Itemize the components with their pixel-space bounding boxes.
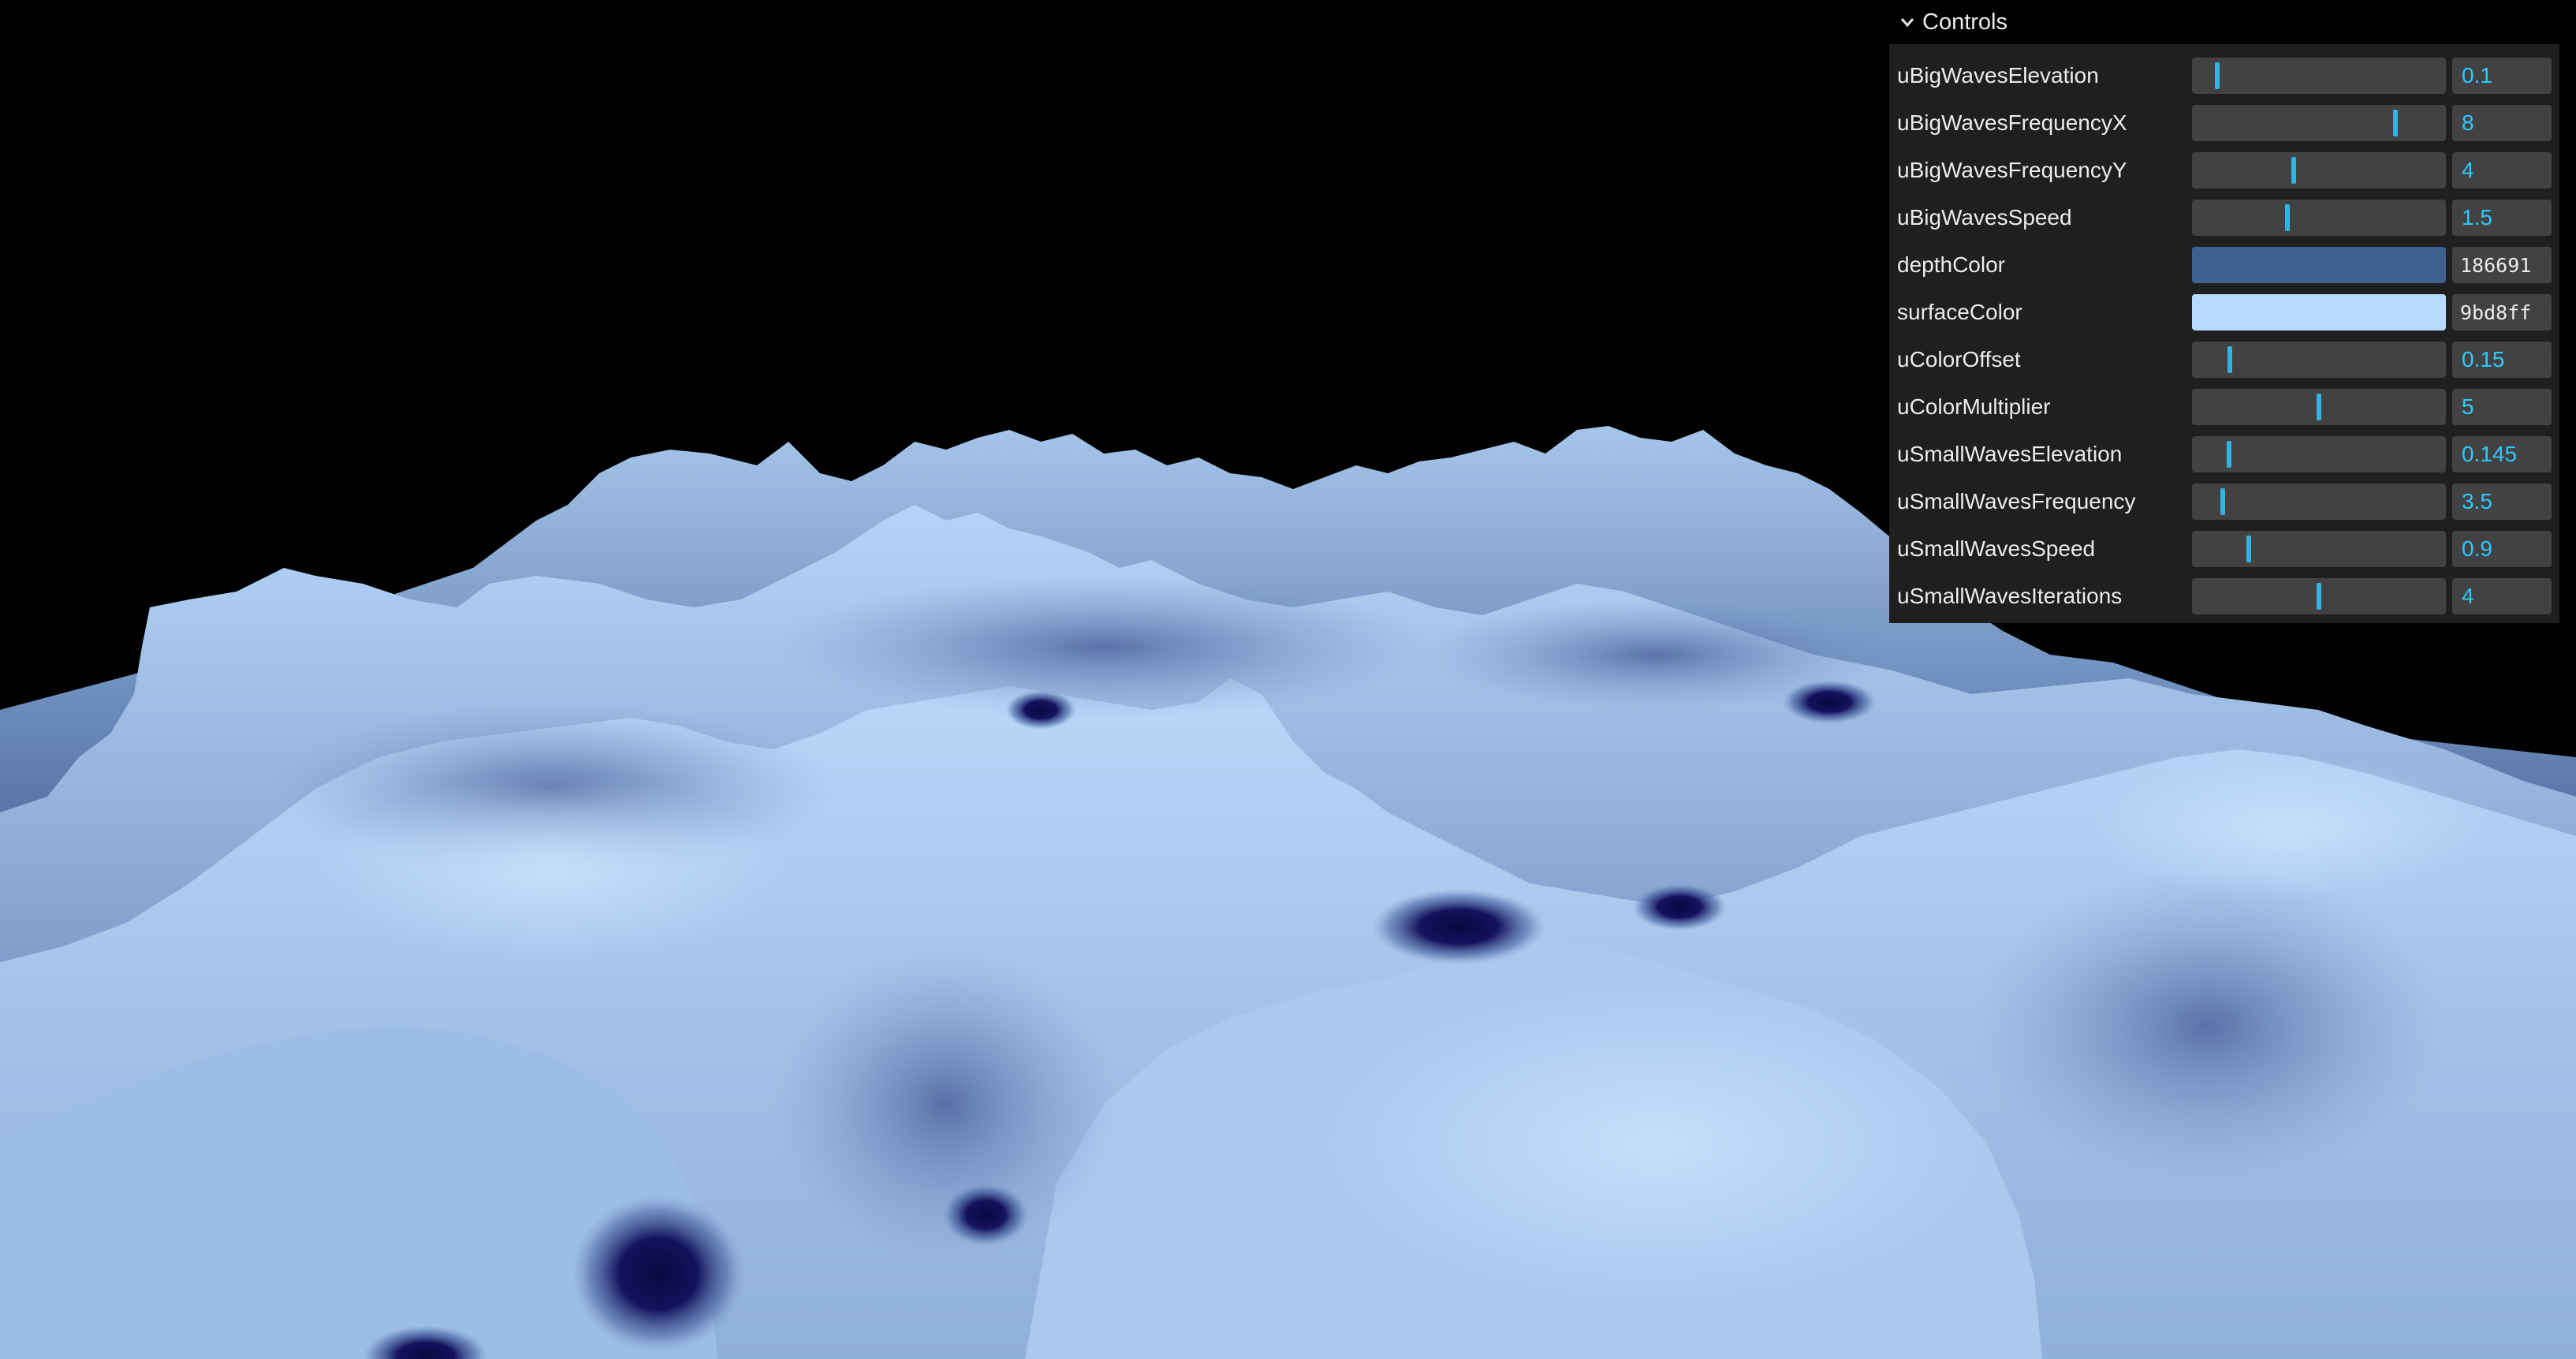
controls-panel-header[interactable]: Controls	[1889, 0, 2559, 44]
control-number-input[interactable]: 0.15	[2452, 342, 2552, 378]
control-slider[interactable]	[2192, 200, 2446, 236]
control-row-uSmallWavesSpeed: uSmallWavesSpeed 0.9	[1889, 525, 2559, 573]
color-swatch[interactable]	[2192, 294, 2446, 330]
control-number-input[interactable]: 8	[2452, 105, 2552, 141]
slider-thumb[interactable]	[2317, 394, 2321, 420]
control-slider[interactable]	[2192, 105, 2446, 141]
control-label: uColorOffset	[1897, 347, 2021, 371]
dark-trough	[572, 1195, 745, 1353]
slider-thumb[interactable]	[2291, 157, 2296, 184]
control-number-input[interactable]: 3.5	[2452, 483, 2552, 520]
slider-thumb[interactable]	[2215, 62, 2220, 89]
control-number-input[interactable]: 1.5	[2452, 200, 2552, 236]
slider-thumb[interactable]	[2317, 583, 2321, 610]
controls-panel: Controls uBigWavesElevation 0.1 uBigWavesF…	[1889, 0, 2559, 623]
control-row-uColorOffset: uColorOffset 0.15	[1889, 336, 2559, 383]
control-row-uBigWavesFrequencyX: uBigWavesFrequencyX 8	[1889, 99, 2559, 147]
control-slider[interactable]	[2192, 152, 2446, 189]
shadow-region	[773, 576, 1435, 718]
dark-trough	[942, 1183, 1029, 1246]
control-number-input[interactable]: 4	[2452, 578, 2552, 614]
control-row-depthColor: depthColor 186691	[1889, 241, 2559, 289]
control-row-uBigWavesElevation: uBigWavesElevation 0.1	[1889, 52, 2559, 99]
control-label: uBigWavesElevation	[1897, 63, 2099, 88]
control-label: surfaceColor	[1897, 300, 2022, 324]
control-label: uSmallWavesFrequency	[1897, 489, 2136, 513]
color-hex-input[interactable]: 186691	[2452, 247, 2552, 283]
slider-thumb[interactable]	[2246, 536, 2252, 562]
controls-list: uBigWavesElevation 0.1 uBigWavesFrequencyX…	[1889, 44, 2559, 620]
controls-panel-title: Controls	[1922, 9, 2007, 35]
control-slider[interactable]	[2192, 483, 2446, 520]
dark-trough	[1005, 690, 1076, 730]
control-label: uBigWavesSpeed	[1897, 205, 2072, 230]
shadow-region	[1971, 868, 2444, 1183]
slider-thumb[interactable]	[2227, 346, 2233, 373]
control-label: uSmallWavesElevation	[1897, 442, 2123, 466]
control-slider[interactable]	[2192, 531, 2446, 567]
color-swatch[interactable]	[2192, 247, 2446, 283]
color-hex-input[interactable]: 9bd8ff	[2452, 294, 2552, 330]
control-label: uSmallWavesIterations	[1897, 584, 2123, 608]
control-row-uSmallWavesFrequency: uSmallWavesFrequency 3.5	[1889, 478, 2559, 525]
control-slider[interactable]	[2192, 342, 2446, 378]
control-row-uSmallWavesElevation: uSmallWavesElevation 0.145	[1889, 431, 2559, 478]
slider-thumb[interactable]	[2392, 110, 2398, 136]
slider-thumb[interactable]	[2284, 204, 2290, 231]
chevron-down-icon[interactable]	[1896, 10, 1919, 34]
control-number-input[interactable]: 5	[2452, 389, 2552, 425]
control-slider[interactable]	[2192, 436, 2446, 472]
highlight-region	[315, 773, 788, 962]
control-label: uColorMultiplier	[1897, 394, 2051, 419]
control-slider[interactable]	[2192, 389, 2446, 425]
control-label: uBigWavesFrequencyX	[1897, 110, 2127, 135]
control-row-uSmallWavesIterations: uSmallWavesIterations 4	[1889, 573, 2559, 620]
control-label: uSmallWavesSpeed	[1897, 536, 2096, 561]
control-label: uBigWavesFrequencyY	[1897, 158, 2127, 182]
control-row-uBigWavesFrequencyY: uBigWavesFrequencyY 4	[1889, 147, 2559, 194]
dark-trough	[1632, 883, 1727, 931]
control-number-input[interactable]: 0.145	[2452, 436, 2552, 472]
slider-thumb[interactable]	[2226, 441, 2231, 468]
dark-trough	[1372, 889, 1545, 965]
control-row-surfaceColor: surfaceColor 9bd8ff	[1889, 289, 2559, 336]
control-row-uBigWavesSpeed: uBigWavesSpeed 1.5	[1889, 194, 2559, 241]
control-number-input[interactable]: 4	[2452, 152, 2552, 189]
control-label: depthColor	[1897, 252, 2005, 277]
control-number-input[interactable]: 0.9	[2452, 531, 2552, 567]
control-row-uColorMultiplier: uColorMultiplier 5	[1889, 383, 2559, 431]
highlight-region	[2090, 757, 2484, 899]
control-slider[interactable]	[2192, 578, 2446, 614]
control-number-input[interactable]: 0.1	[2452, 58, 2552, 94]
dark-trough	[1782, 680, 1877, 724]
highlight-region	[1325, 986, 1987, 1301]
slider-thumb[interactable]	[2220, 488, 2225, 515]
control-slider[interactable]	[2192, 58, 2446, 94]
